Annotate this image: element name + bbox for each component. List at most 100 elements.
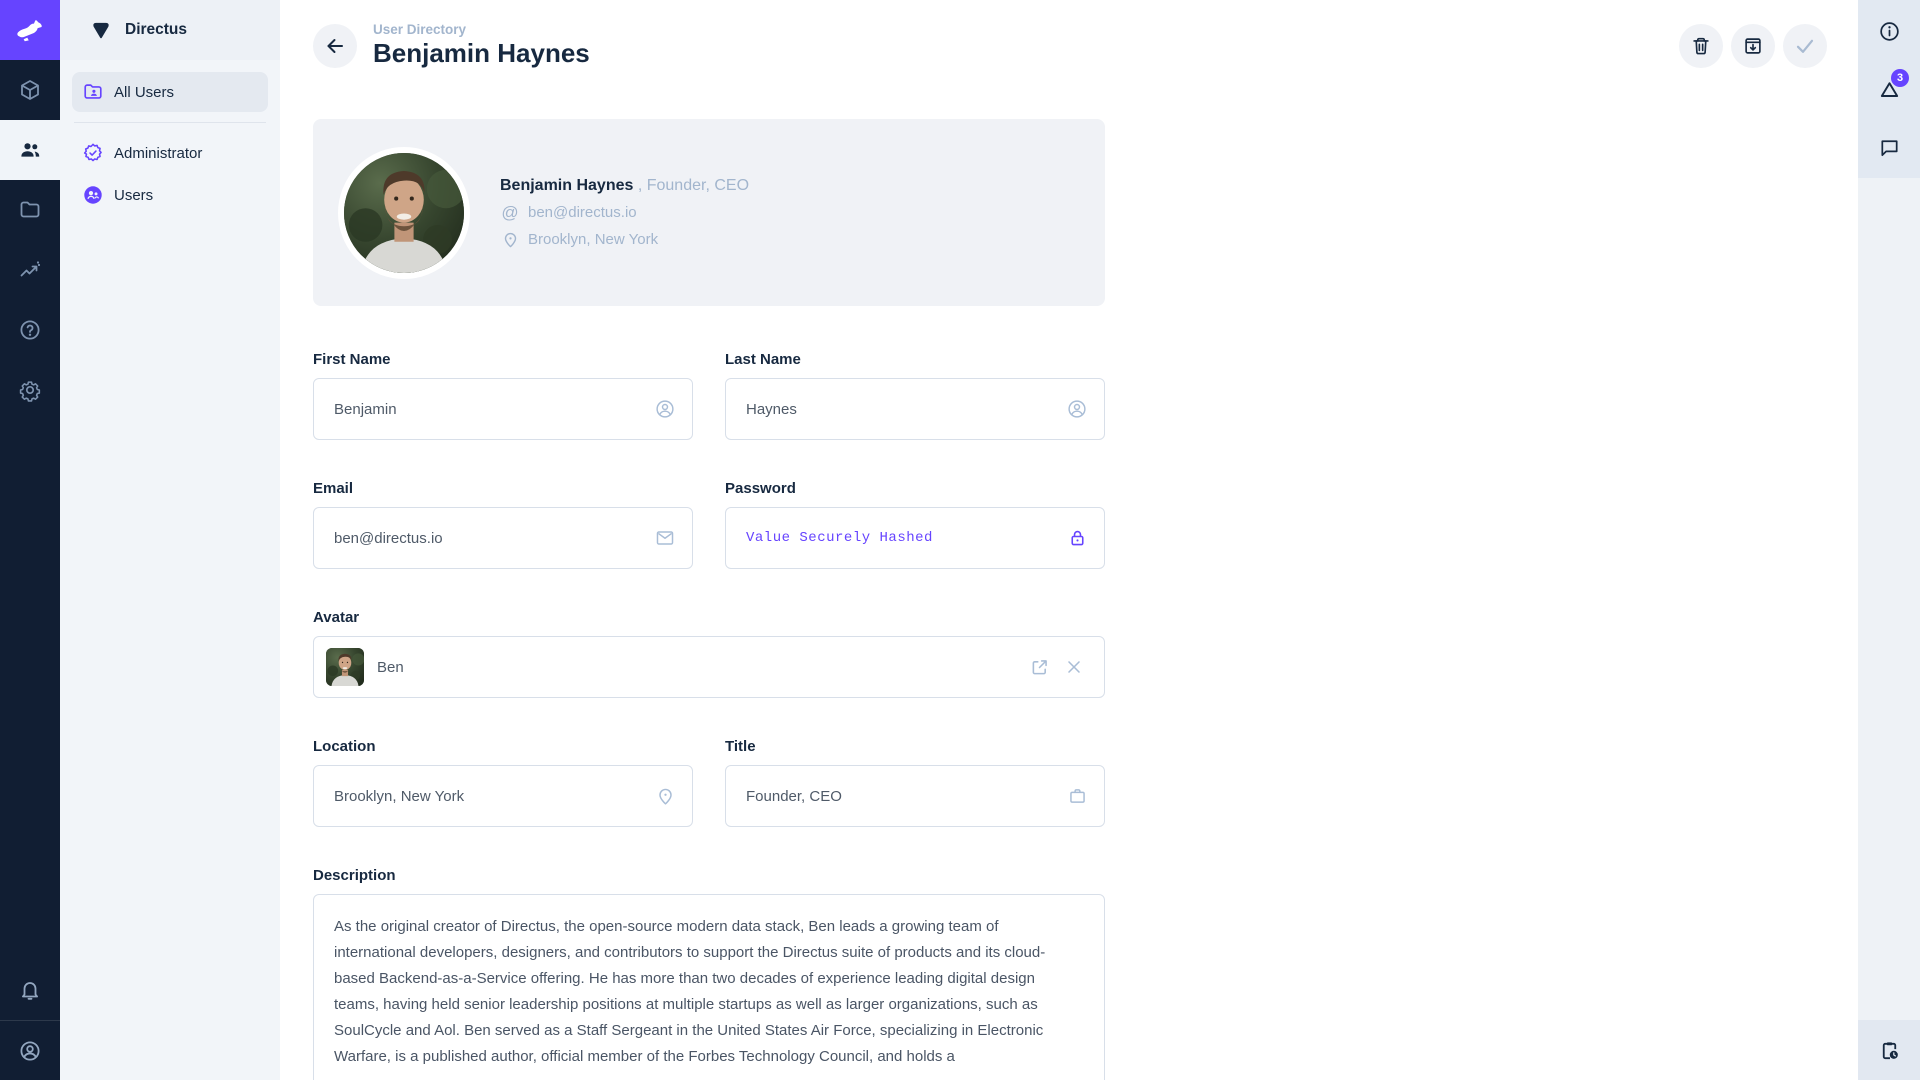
field-label: Avatar <box>313 609 1105 626</box>
email-input[interactable] <box>313 507 693 569</box>
information-section-button[interactable] <box>1858 2 1920 60</box>
revisions-count-badge: 3 <box>1891 69 1909 87</box>
module-content-button[interactable] <box>0 60 60 120</box>
verified-badge-icon <box>82 142 104 164</box>
field-email: Email <box>313 480 693 569</box>
title-input[interactable] <box>725 765 1105 827</box>
field-label: First Name <box>313 351 693 368</box>
account-circle-icon <box>18 1039 42 1063</box>
field-description: Description As the original creator of D… <box>313 867 1105 1080</box>
module-bar <box>0 0 60 1080</box>
nav-panel: Directus All Users <box>60 0 280 1080</box>
field-label: Last Name <box>725 351 1105 368</box>
folder-user-icon <box>82 81 104 103</box>
account-button[interactable] <box>0 1020 60 1080</box>
info-icon <box>1878 20 1901 43</box>
notifications-button[interactable] <box>0 960 60 1020</box>
sidebar-spacer <box>1858 178 1920 1020</box>
field-first-name: First Name <box>313 351 693 440</box>
sidebar-footer <box>1858 1020 1920 1080</box>
page-title: Benjamin Haynes <box>373 38 590 69</box>
comment-bubble-icon <box>1878 136 1901 159</box>
first-name-input[interactable] <box>313 378 693 440</box>
header-actions <box>1679 24 1827 68</box>
avatar[interactable] <box>338 147 470 279</box>
field-avatar: Avatar Ben <box>313 609 1105 698</box>
last-name-input[interactable] <box>725 378 1105 440</box>
delete-button[interactable] <box>1679 24 1723 68</box>
module-user-directory-button[interactable] <box>0 120 60 180</box>
user-location-row: Brooklyn, New York <box>500 230 749 249</box>
nav-body: All Users Administrator <box>60 60 280 229</box>
sidebar-sections: 3 <box>1858 0 1920 178</box>
directus-app: Directus All Users <box>0 0 1920 1080</box>
module-help-button[interactable] <box>0 300 60 360</box>
breadcrumb[interactable]: User Directory <box>373 22 590 37</box>
directus-logo-button[interactable] <box>0 0 60 60</box>
check-icon <box>1793 34 1817 58</box>
save-button[interactable] <box>1783 24 1827 68</box>
comments-section-button[interactable] <box>1858 118 1920 176</box>
user-summary-card: Benjamin Haynes , Founder, CEO @ ben@dir… <box>313 119 1105 306</box>
title-block: User Directory Benjamin Haynes <box>373 22 590 69</box>
user-circle-icon <box>82 184 104 206</box>
field-label: Title <box>725 738 1105 755</box>
nav-item-administrator[interactable]: Administrator <box>72 133 268 173</box>
project-pick-icon <box>90 19 112 41</box>
user-location: Brooklyn, New York <box>528 231 658 248</box>
field-label: Description <box>313 867 1105 884</box>
user-email-row: @ ben@directus.io <box>500 204 749 221</box>
module-files-button[interactable] <box>0 180 60 240</box>
description-textarea[interactable]: As the original creator of Directus, the… <box>313 894 1105 1080</box>
nav-item-users[interactable]: Users <box>72 175 268 215</box>
gear-icon <box>18 378 42 402</box>
field-label: Email <box>313 480 693 497</box>
box-icon <box>18 78 42 102</box>
user-email: ben@directus.io <box>528 204 637 221</box>
archive-icon <box>1742 35 1764 57</box>
close-icon[interactable] <box>1064 657 1084 677</box>
avatar-file-name: Ben <box>377 659 404 676</box>
user-card-info: Benjamin Haynes , Founder, CEO @ ben@dir… <box>500 177 749 249</box>
nav-item-label: All Users <box>114 84 174 101</box>
module-settings-button[interactable] <box>0 360 60 420</box>
user-name: Benjamin Haynes <box>500 177 633 194</box>
bell-icon <box>18 978 42 1002</box>
field-location: Location <box>313 738 693 827</box>
module-bar-spacer <box>0 420 60 960</box>
field-label: Password <box>725 480 1105 497</box>
user-form: First Name Last Name <box>313 351 1105 1080</box>
map-pin-icon <box>500 230 520 249</box>
field-last-name: Last Name <box>725 351 1105 440</box>
avatar-file-field[interactable]: Ben <box>313 636 1105 698</box>
arrow-left-icon <box>323 34 347 58</box>
people-icon <box>18 138 42 162</box>
revisions-section-button[interactable]: 3 <box>1858 60 1920 118</box>
module-insights-button[interactable] <box>0 240 60 300</box>
directus-rabbit-logo-icon <box>13 13 47 47</box>
back-button[interactable] <box>313 24 357 68</box>
avatar-file-actions <box>1029 657 1084 678</box>
password-input[interactable] <box>725 507 1105 569</box>
nav-item-all-users[interactable]: All Users <box>72 72 268 112</box>
page-header: User Directory Benjamin Haynes <box>280 0 1858 69</box>
field-label: Location <box>313 738 693 755</box>
nav-item-label: Administrator <box>114 145 202 162</box>
field-title: Title <box>725 738 1105 827</box>
right-sidebar: 3 <box>1858 0 1920 1080</box>
nav-divider <box>74 122 266 123</box>
location-input[interactable] <box>313 765 693 827</box>
user-role: , Founder, CEO <box>638 177 749 194</box>
main-content: User Directory Benjamin Haynes <box>280 0 1858 1080</box>
clipboard-clock-icon <box>1878 1039 1901 1062</box>
project-header[interactable]: Directus <box>60 0 280 60</box>
help-icon <box>18 318 42 342</box>
field-password: Password <box>725 480 1105 569</box>
at-sign-icon: @ <box>500 204 520 221</box>
folder-icon <box>18 198 42 222</box>
content-column: Benjamin Haynes , Founder, CEO @ ben@dir… <box>313 119 1105 1080</box>
open-in-new-icon[interactable] <box>1029 657 1050 678</box>
avatar-thumbnail[interactable] <box>326 648 364 686</box>
archive-button[interactable] <box>1731 24 1775 68</box>
activity-button[interactable] <box>1858 1021 1920 1079</box>
